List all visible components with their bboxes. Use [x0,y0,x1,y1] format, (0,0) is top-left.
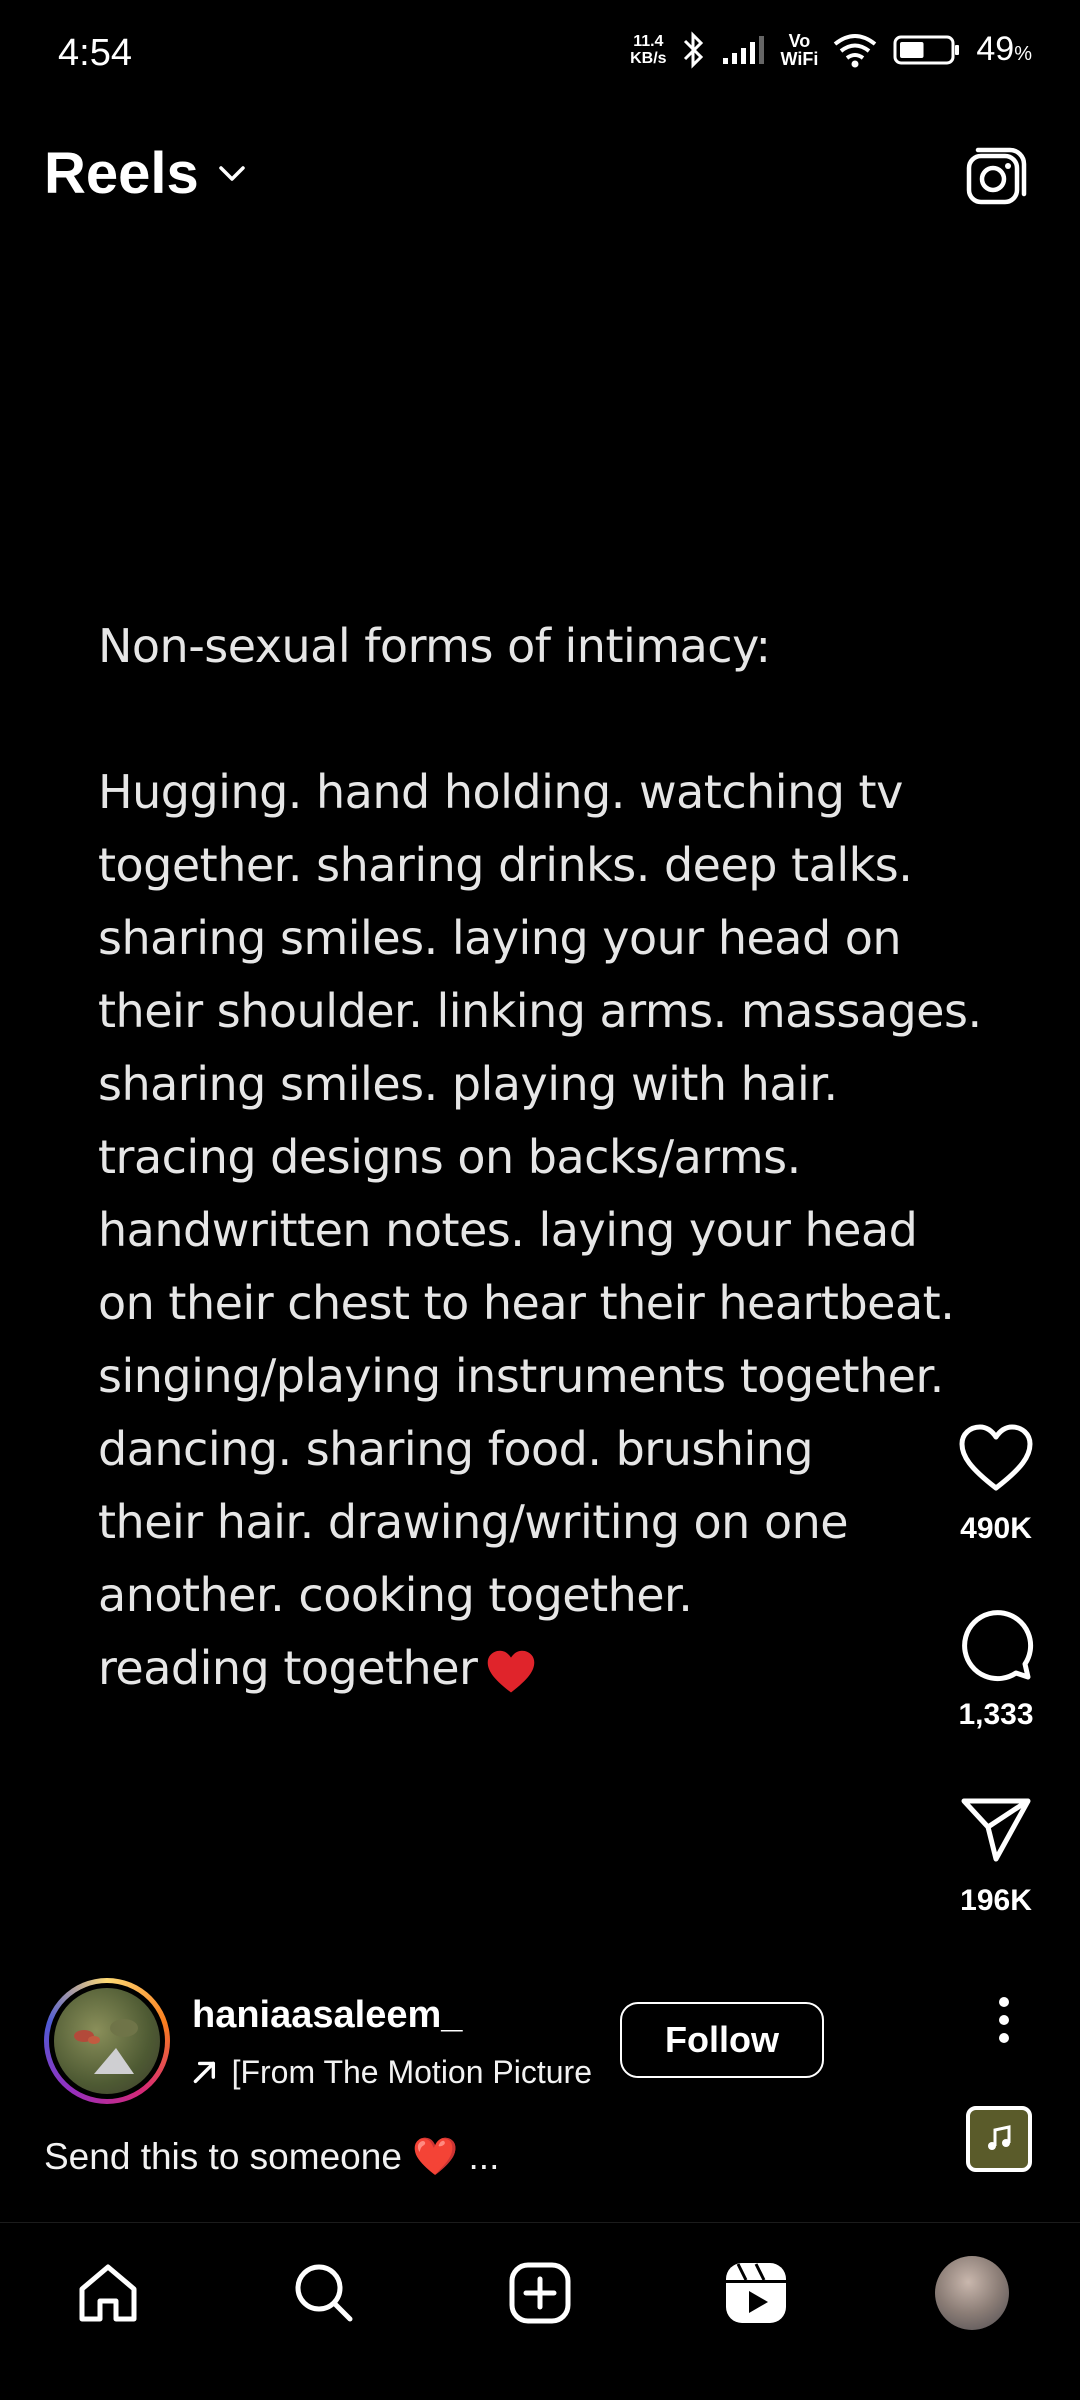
reel-line-text: singing/playing instruments together. [98,1349,944,1403]
reel-line-text: together. sharing drinks. deep talks. [98,838,913,892]
camera-icon [966,147,1027,205]
heart-icon [959,1424,1033,1491]
comment-icon [962,1610,1034,1682]
feed-selector[interactable]: Reels [44,140,247,207]
home-icon [79,2264,137,2322]
chevron-down-icon [219,165,245,181]
create-icon [509,2262,571,2324]
reel-line-text: their shoulder. linking arms. massages. [98,984,982,1038]
comment-action: 1,333 [946,1604,1046,1732]
reel-line: their hair. drawing/writing on one [98,1486,998,1559]
reel-line: their shoulder. linking arms. massages. [98,975,998,1048]
arrow-up-right-icon [193,2061,216,2084]
heart-emoji-icon [488,1650,535,1693]
camera-button[interactable] [964,144,1030,210]
caption[interactable]: Send this to someone ❤️ ... [44,2136,499,2179]
wifi-icon [834,33,877,67]
avatar-image [49,1983,165,2099]
status-bar: 4:54 11.4 KB/s Vo WiFi 49% [0,0,1080,110]
music-note-icon [988,2125,1011,2150]
profile-avatar [935,2256,1009,2330]
like-count: 490K [960,1512,1032,1545]
send-icon [961,1798,1031,1862]
reel-line: dancing. sharing food. brushing [98,1413,998,1486]
page-title: Reels [44,141,199,206]
network-speed-unit: KB/s [630,49,667,67]
reel-line-text: reading together [98,1641,478,1695]
reel-line-text: sharing smiles. laying your head on [98,911,902,965]
reel-line: singing/playing instruments together. [98,1340,998,1413]
more-options-button[interactable] [974,1990,1034,2050]
username[interactable]: haniaasaleem_ [192,1994,462,2037]
nav-search[interactable] [284,2253,364,2333]
comment-button[interactable] [956,1604,1036,1684]
reel-line-text: another. cooking together. [98,1568,693,1622]
reel-text: Non-sexual forms of intimacy: Hugging. h… [98,610,998,1705]
reel-line-text: dancing. sharing food. brushing [98,1422,814,1476]
reel-line: sharing smiles. playing with hair. [98,1048,998,1121]
share-button[interactable] [956,1790,1036,1870]
reel-line-text: sharing smiles. playing with hair. [98,1057,838,1111]
status-icons: 11.4 KB/s Vo WiFi 49% [630,30,1032,69]
reel-line-text: their hair. drawing/writing on one [98,1495,849,1549]
nav-create[interactable] [500,2253,580,2333]
avatar[interactable] [44,1978,170,2104]
header: Reels [0,130,1080,220]
search-icon [295,2264,353,2322]
nav-home[interactable] [68,2253,148,2333]
status-time: 4:54 [58,32,132,74]
reel-line-text: on their chest to hear their heartbeat. [98,1276,955,1330]
vowifi-top: Vo [788,30,811,51]
reel-line-text: tracing designs on backs/arms. [98,1130,801,1184]
reel-line: together. sharing drinks. deep talks. [98,829,998,902]
follow-button[interactable]: Follow [620,2002,824,2078]
battery-percent-value: 49 [976,30,1015,68]
reel-line: on their chest to hear their heartbeat. [98,1267,998,1340]
reel-line: tracing designs on backs/arms. [98,1121,998,1194]
more-vertical-icon [999,1997,1009,2043]
reel-body: Hugging. hand holding. watching tv togeth… [98,756,998,1705]
reel-line: Hugging. hand holding. watching tv [98,756,998,829]
battery-percent-symbol: % [1014,43,1032,65]
network-speed-value: 11.4 [633,32,664,50]
like-button[interactable] [956,1418,1036,1498]
nav-profile[interactable] [932,2253,1012,2333]
reel-line-text: handwritten notes. laying your head [98,1203,918,1257]
signal-icon [722,35,764,64]
nav-reels[interactable] [716,2253,796,2333]
reels-icon [726,2263,786,2323]
battery-percent: 49% [976,30,1032,69]
audio-thumbnail[interactable] [966,2106,1032,2172]
vowifi-bottom: WiFi [780,48,819,69]
reel-line: another. cooking together. [98,1559,998,1632]
share-count: 196K [960,1884,1032,1917]
battery-icon [893,35,960,64]
network-speed: 11.4 KB/s [630,33,666,67]
comment-count: 1,333 [958,1698,1034,1731]
reel-line: reading together [98,1632,998,1705]
audio-link[interactable]: [From The Motion Picture [192,2050,592,2094]
share-action: 196K [946,1790,1046,1918]
vowifi-indicator: Vo WiFi [781,32,819,68]
bottom-nav [0,2222,1080,2400]
reel-line-text: Hugging. hand holding. watching tv [98,765,903,819]
avatar-photo [74,2019,138,2074]
reel-heading: Non-sexual forms of intimacy: [98,619,771,673]
bluetooth-icon [683,30,703,69]
reel-line: sharing smiles. laying your head on [98,902,998,975]
reel-line: handwritten notes. laying your head [98,1194,998,1267]
like-action: 490K [946,1418,1046,1546]
audio-title: [From The Motion Picture [231,2053,592,2090]
